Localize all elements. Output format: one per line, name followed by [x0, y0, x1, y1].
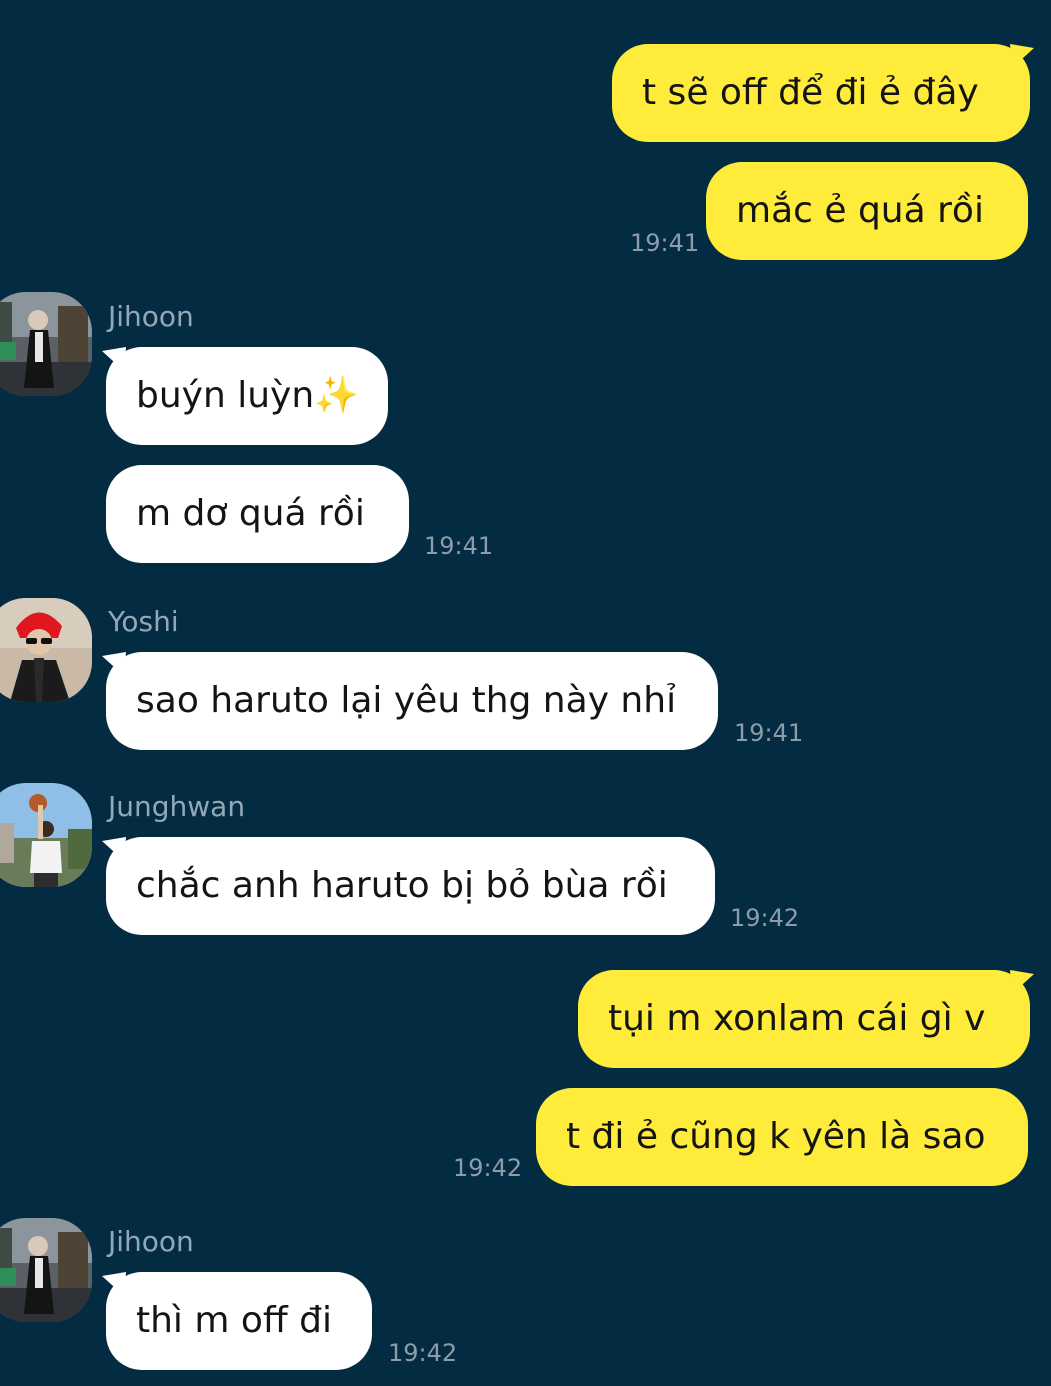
message-timestamp: 19:41	[630, 229, 700, 257]
message-bubble-outgoing[interactable]: t sẽ off để đi ẻ đây	[612, 44, 1030, 142]
message-text: thì m off đi	[136, 1300, 333, 1341]
message-bubble-incoming[interactable]: thì m off đi	[106, 1272, 372, 1370]
message-text: t sẽ off để đi ẻ đây	[642, 72, 979, 113]
message-text: buýn luỳn	[136, 375, 315, 416]
sender-name: Yoshi	[108, 605, 179, 638]
message-text: m dơ quá rồi	[136, 493, 365, 534]
message-bubble-incoming[interactable]: sao haruto lại yêu thg này nhỉ	[106, 652, 718, 750]
avatar-photo-icon	[0, 1218, 92, 1322]
avatar-jihoon[interactable]	[0, 1218, 92, 1322]
avatar-photo-icon	[0, 598, 92, 702]
message-text: sao haruto lại yêu thg này nhỉ	[136, 680, 677, 721]
message-text: chắc anh haruto bị bỏ bùa rồi	[136, 865, 668, 906]
message-bubble-outgoing[interactable]: t đi ẻ cũng k yên là sao	[536, 1088, 1028, 1186]
avatar-photo-icon	[0, 783, 92, 887]
avatar-junghwan[interactable]	[0, 783, 92, 887]
avatar-photo-icon	[0, 292, 92, 396]
sparkles-icon: ✨	[314, 375, 359, 416]
message-bubble-incoming[interactable]: buýn luỳn✨	[106, 347, 388, 445]
avatar-yoshi[interactable]	[0, 598, 92, 702]
sender-name: Jihoon	[108, 1225, 194, 1258]
message-timestamp: 19:41	[424, 532, 494, 560]
message-bubble-outgoing[interactable]: mắc ẻ quá rồi	[706, 162, 1028, 260]
message-text: t đi ẻ cũng k yên là sao	[566, 1116, 986, 1157]
sender-name: Jihoon	[108, 300, 194, 333]
message-text: mắc ẻ quá rồi	[736, 190, 984, 231]
message-bubble-outgoing[interactable]: tụi m xonlam cái gì v	[578, 970, 1030, 1068]
message-timestamp: 19:42	[388, 1339, 458, 1367]
sender-name: Junghwan	[108, 790, 246, 823]
message-bubble-incoming[interactable]: m dơ quá rồi	[106, 465, 409, 563]
avatar-jihoon[interactable]	[0, 292, 92, 396]
message-text: tụi m xonlam cái gì v	[608, 998, 986, 1039]
message-bubble-incoming[interactable]: chắc anh haruto bị bỏ bùa rồi	[106, 837, 715, 935]
message-timestamp: 19:42	[730, 904, 800, 932]
message-timestamp: 19:42	[453, 1154, 523, 1182]
message-timestamp: 19:41	[734, 719, 804, 747]
